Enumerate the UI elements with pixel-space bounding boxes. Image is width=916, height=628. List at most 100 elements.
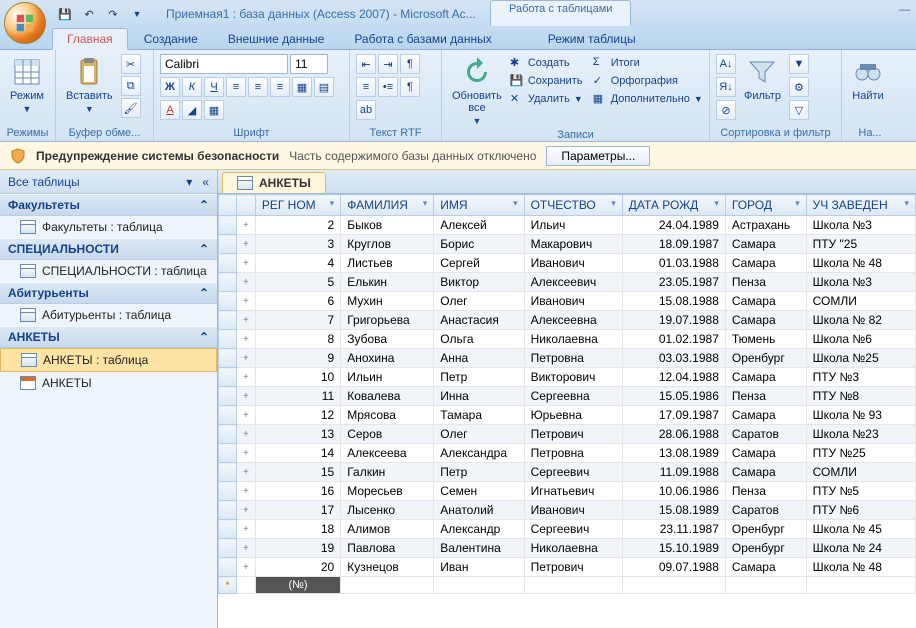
- row-selector[interactable]: [219, 273, 237, 292]
- cell[interactable]: Листьев: [341, 254, 434, 273]
- italic-button[interactable]: К: [182, 77, 202, 97]
- cell[interactable]: Викторович: [524, 368, 622, 387]
- cell[interactable]: Школа № 48: [806, 558, 915, 577]
- cell[interactable]: 16: [255, 482, 340, 501]
- cell[interactable]: Борис: [434, 235, 524, 254]
- row-selector[interactable]: [219, 387, 237, 406]
- cell[interactable]: Юрьевна: [524, 406, 622, 425]
- nav-group-header[interactable]: Абитурьенты⌃: [0, 282, 217, 304]
- cell[interactable]: Валентина: [434, 539, 524, 558]
- font-size-combo[interactable]: [290, 54, 328, 74]
- decrease-indent-icon[interactable]: ⇤: [356, 54, 376, 74]
- copy-icon[interactable]: ⧉: [121, 76, 141, 96]
- qat-dropdown-icon[interactable]: ▼: [128, 5, 146, 23]
- row-selector[interactable]: [219, 368, 237, 387]
- cell[interactable]: 8: [255, 330, 340, 349]
- cell[interactable]: Инна: [434, 387, 524, 406]
- cell[interactable]: 01.03.1988: [622, 254, 725, 273]
- cell[interactable]: Самара: [725, 235, 806, 254]
- cell[interactable]: 19.07.1988: [622, 311, 725, 330]
- cell[interactable]: Школа № 24: [806, 539, 915, 558]
- cell[interactable]: Виктор: [434, 273, 524, 292]
- numbered-list-icon[interactable]: ≡: [356, 77, 376, 97]
- cell[interactable]: Павлова: [341, 539, 434, 558]
- table-row[interactable]: +8ЗубоваОльгаНиколаевна01.02.1987ТюменьШ…: [219, 330, 916, 349]
- cell[interactable]: 19: [255, 539, 340, 558]
- cell[interactable]: Алексеевич: [524, 273, 622, 292]
- cell[interactable]: 15.05.1986: [622, 387, 725, 406]
- tab-table-mode[interactable]: Режим таблицы: [534, 29, 650, 49]
- expand-icon[interactable]: +: [237, 425, 256, 444]
- save-icon[interactable]: 💾: [56, 5, 74, 23]
- cell[interactable]: ПТУ №3: [806, 368, 915, 387]
- more-button[interactable]: ▦Дополнительно▼: [593, 92, 703, 106]
- cell[interactable]: 15.08.1988: [622, 292, 725, 311]
- ltr-icon[interactable]: ¶: [400, 54, 420, 74]
- undo-icon[interactable]: ↶: [80, 5, 98, 23]
- cell[interactable]: Петр: [434, 368, 524, 387]
- cell[interactable]: Ильин: [341, 368, 434, 387]
- cell[interactable]: Моресьев: [341, 482, 434, 501]
- datasheet-grid[interactable]: РЕГ НОМ▾ФАМИЛИЯ▾ИМЯ▾ОТЧЕСТВО▾ДАТА РОЖД▾Г…: [218, 194, 916, 628]
- cell[interactable]: 13: [255, 425, 340, 444]
- column-header[interactable]: ДАТА РОЖД▾: [622, 195, 725, 216]
- cell[interactable]: 20: [255, 558, 340, 577]
- expand-icon[interactable]: +: [237, 463, 256, 482]
- cell[interactable]: Мрясова: [341, 406, 434, 425]
- totals-button[interactable]: ΣИтоги: [593, 56, 703, 70]
- cell[interactable]: 01.02.1987: [622, 330, 725, 349]
- expand-icon[interactable]: +: [237, 235, 256, 254]
- cell[interactable]: 6: [255, 292, 340, 311]
- cell[interactable]: Астрахань: [725, 216, 806, 235]
- cell[interactable]: 24.04.1989: [622, 216, 725, 235]
- table-row[interactable]: +10ИльинПетрВикторович12.04.1988СамараПТ…: [219, 368, 916, 387]
- cell[interactable]: Ольга: [434, 330, 524, 349]
- cell[interactable]: Школа № 48: [806, 254, 915, 273]
- table-row[interactable]: +20КузнецовИванПетрович09.07.1988СамараШ…: [219, 558, 916, 577]
- row-selector[interactable]: [219, 349, 237, 368]
- delete-record-button[interactable]: ✕Удалить▼: [510, 92, 583, 106]
- cell[interactable]: ПТУ №8: [806, 387, 915, 406]
- cell[interactable]: Алимов: [341, 520, 434, 539]
- cell[interactable]: 11.09.1988: [622, 463, 725, 482]
- cell[interactable]: Игнатьевич: [524, 482, 622, 501]
- cell[interactable]: Самара: [725, 558, 806, 577]
- table-row[interactable]: +13СеровОлегПетрович28.06.1988СаратовШко…: [219, 425, 916, 444]
- cell[interactable]: Петр: [434, 463, 524, 482]
- cell[interactable]: Круглов: [341, 235, 434, 254]
- table-row[interactable]: +19ПавловаВалентинаНиколаевна15.10.1989О…: [219, 539, 916, 558]
- expand-icon[interactable]: +: [237, 216, 256, 235]
- cell[interactable]: 2: [255, 216, 340, 235]
- save-record-button[interactable]: 💾Сохранить: [510, 74, 583, 88]
- sort-desc-icon[interactable]: Я↓: [716, 77, 736, 97]
- cell[interactable]: Школа №3: [806, 273, 915, 292]
- cell[interactable]: Мухин: [341, 292, 434, 311]
- expand-icon[interactable]: +: [237, 330, 256, 349]
- table-row[interactable]: +9АнохинаАннаПетровна03.03.1988ОренбургШ…: [219, 349, 916, 368]
- dropdown-arrow-icon[interactable]: ▾: [904, 198, 909, 209]
- cell[interactable]: Школа № 45: [806, 520, 915, 539]
- advanced-filter-icon[interactable]: ⚙: [789, 77, 809, 97]
- cell[interactable]: Оренбург: [725, 539, 806, 558]
- nav-group-header[interactable]: Факультеты⌃: [0, 194, 217, 216]
- redo-icon[interactable]: ↷: [104, 5, 122, 23]
- cell[interactable]: 5: [255, 273, 340, 292]
- cell[interactable]: Сергей: [434, 254, 524, 273]
- cell[interactable]: Елькин: [341, 273, 434, 292]
- cell[interactable]: 23.05.1987: [622, 273, 725, 292]
- expand-icon[interactable]: +: [237, 273, 256, 292]
- table-row[interactable]: +7ГригорьеваАнастасияАлексеевна19.07.198…: [219, 311, 916, 330]
- minimize-icon[interactable]: —: [899, 4, 910, 16]
- cell[interactable]: ПТУ №5: [806, 482, 915, 501]
- cell[interactable]: Самара: [725, 311, 806, 330]
- object-tab-ankety[interactable]: АНКЕТЫ: [222, 172, 326, 193]
- cell[interactable]: 3: [255, 235, 340, 254]
- cell[interactable]: 03.03.1988: [622, 349, 725, 368]
- cell[interactable]: ПТУ №6: [806, 501, 915, 520]
- bullet-list-icon[interactable]: •≡: [378, 77, 398, 97]
- underline-button[interactable]: Ч: [204, 77, 224, 97]
- cell[interactable]: 4: [255, 254, 340, 273]
- cell[interactable]: Анастасия: [434, 311, 524, 330]
- cell[interactable]: 12: [255, 406, 340, 425]
- security-options-button[interactable]: Параметры...: [546, 146, 650, 166]
